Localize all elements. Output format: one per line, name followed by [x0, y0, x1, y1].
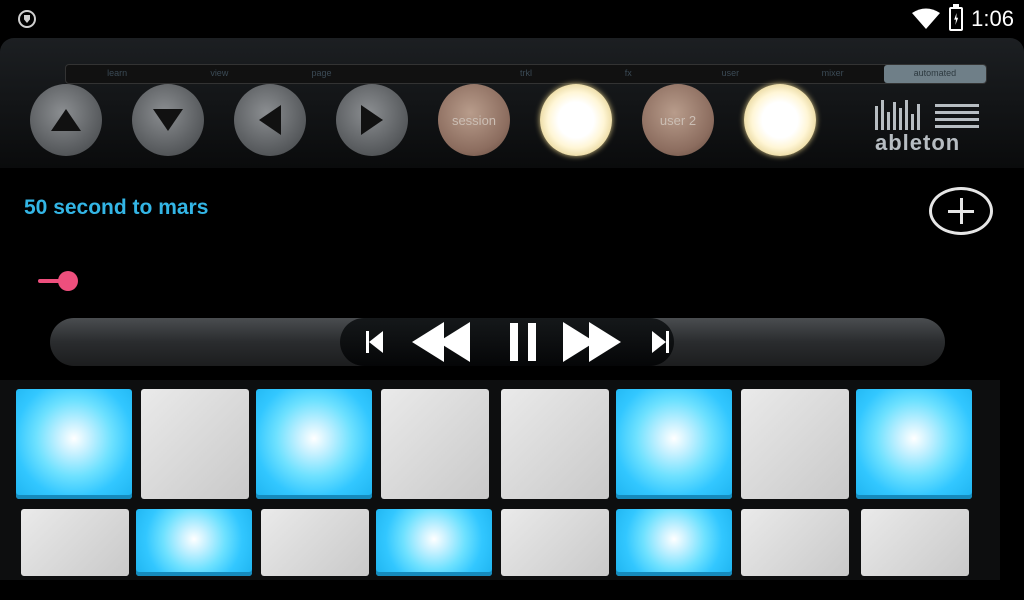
pad-r2-c5[interactable] [501, 509, 609, 576]
pad-r1-c3[interactable] [256, 389, 372, 499]
pad-r2-c4[interactable] [376, 509, 492, 576]
battery-charging-icon [949, 4, 964, 31]
mode-tabs: learn view page trkl fx user mixer autom… [65, 64, 987, 84]
fast-forward-icon [563, 322, 621, 362]
pad-r1-c6[interactable] [616, 389, 732, 499]
track-title: 50 second to mars [24, 196, 209, 219]
down-arrow-button[interactable] [132, 84, 204, 156]
mode-tab-fx[interactable]: fx [577, 65, 679, 83]
mode-tab-trkl[interactable]: trkl [475, 65, 577, 83]
controller-panel: learn view page trkl fx user mixer autom… [0, 38, 1024, 168]
right-arrow-icon [361, 105, 383, 135]
seek-handle[interactable] [58, 271, 78, 291]
skip-next-icon [652, 331, 669, 353]
user2-button[interactable]: user 2 [642, 84, 714, 156]
mode-tab-view[interactable]: view [168, 65, 270, 83]
mode-tab-automated[interactable]: automated [883, 65, 986, 83]
session-button[interactable]: session [438, 84, 510, 156]
pad-r2-c2[interactable] [136, 509, 252, 576]
wifi-icon [912, 8, 941, 29]
status-time: 1:06 [971, 6, 1014, 31]
left-arrow-button[interactable] [234, 84, 306, 156]
skip-next-button[interactable] [652, 331, 669, 353]
skip-previous-icon [366, 331, 383, 353]
rewind-icon [412, 322, 470, 362]
pause-button[interactable] [510, 323, 536, 361]
pad-r2-c1[interactable] [21, 509, 129, 576]
up-arrow-button[interactable] [30, 84, 102, 156]
pad-r1-c8[interactable] [856, 389, 972, 499]
user2-label: user 2 [659, 112, 697, 128]
logo-lines [935, 104, 979, 132]
up-arrow-icon [51, 109, 81, 131]
transport-controls [340, 318, 674, 366]
pad-r2-c8[interactable] [861, 509, 969, 576]
left-arrow-icon [259, 105, 281, 135]
down-arrow-icon [153, 109, 183, 131]
mode-tab-user[interactable]: user [679, 65, 781, 83]
ableton-logo: ableton [875, 100, 985, 155]
pad-r2-c7[interactable] [741, 509, 849, 576]
mode-tab-spacer [373, 65, 475, 83]
fast-forward-button[interactable] [563, 322, 621, 362]
pad-r1-c2[interactable] [141, 389, 249, 499]
right-arrow-button[interactable] [336, 84, 408, 156]
pad-r1-c4[interactable] [381, 389, 489, 499]
pause-icon [510, 323, 536, 361]
shield-icon [18, 10, 36, 28]
skip-previous-button[interactable] [366, 331, 383, 353]
mode-tab-mixer[interactable]: mixer [782, 65, 884, 83]
pad-r1-c1[interactable] [16, 389, 132, 499]
add-button[interactable] [929, 187, 993, 235]
mode-tab-learn[interactable]: learn [66, 65, 168, 83]
session-label: session [451, 112, 497, 128]
status-icons: 1:06 [911, 4, 1014, 32]
lit-button-1[interactable] [540, 84, 612, 156]
rewind-button[interactable] [412, 322, 470, 362]
pad-r1-c7[interactable] [741, 389, 849, 499]
lit-button-2[interactable] [744, 84, 816, 156]
status-bar: 1:06 [0, 0, 1024, 38]
mode-tab-page[interactable]: page [270, 65, 372, 83]
pad-r1-c5[interactable] [501, 389, 609, 499]
pad-r2-c3[interactable] [261, 509, 369, 576]
logo-text: ableton [875, 130, 961, 155]
pad-r2-c6[interactable] [616, 509, 732, 576]
